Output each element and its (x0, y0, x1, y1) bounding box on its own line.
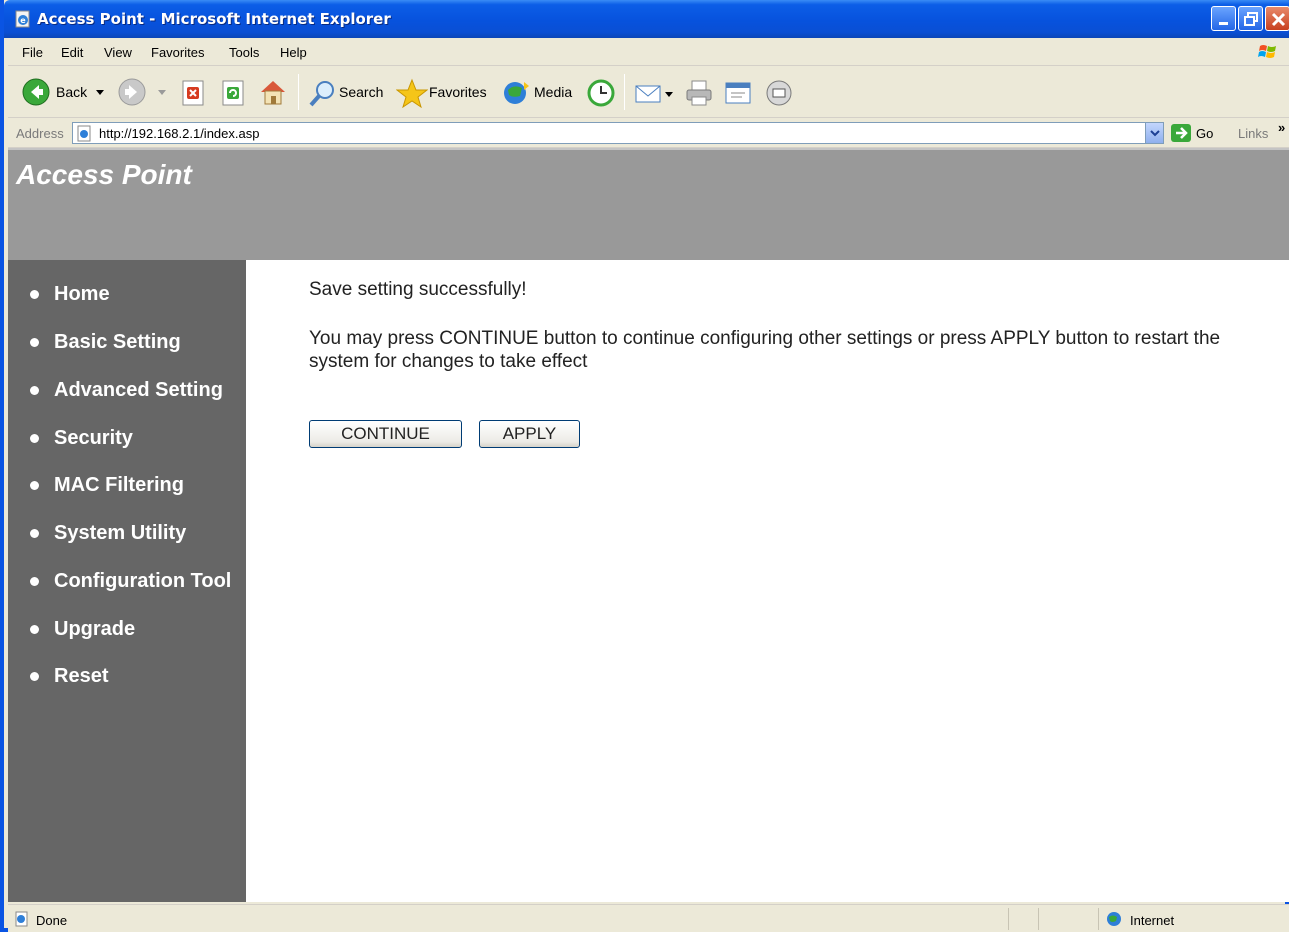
address-bar: Address http://192.168.2.1/index.asp Go … (8, 118, 1289, 148)
mail-dropdown-icon[interactable] (665, 90, 673, 98)
sidebar-item-label[interactable]: Configuration Tool (54, 570, 231, 593)
address-input[interactable]: http://192.168.2.1/index.asp (72, 122, 1164, 144)
favorites-star-icon[interactable] (396, 78, 428, 108)
main-content: Save setting successfully! You may press… (246, 260, 1289, 902)
messenger-icon[interactable] (764, 78, 794, 108)
search-label[interactable]: Search (339, 84, 383, 100)
sidebar-item-upgrade[interactable]: Upgrade (30, 617, 135, 641)
header-banner: Access Point (8, 148, 1289, 260)
mail-icon[interactable] (634, 80, 664, 106)
sidebar-item-advanced-setting[interactable]: Advanced Setting (30, 378, 223, 402)
menu-favorites[interactable]: Favorites (151, 45, 204, 60)
toolbar-separator (298, 74, 299, 110)
restore-icon (1244, 12, 1258, 26)
bullet-icon (30, 671, 39, 681)
back-dropdown-icon[interactable] (96, 88, 104, 96)
continue-button[interactable]: CONTINUE (309, 420, 462, 448)
sidebar-item-security[interactable]: Security (30, 426, 133, 450)
go-arrow-icon[interactable] (1170, 123, 1192, 143)
back-arrow-icon[interactable] (22, 78, 50, 106)
page-icon (77, 125, 91, 142)
back-label[interactable]: Back (56, 84, 87, 100)
window-title: Access Point - Microsoft Internet Explor… (37, 10, 391, 28)
sidebar-item-system-utility[interactable]: System Utility (30, 521, 186, 545)
bullet-icon (30, 433, 39, 443)
media-icon[interactable] (502, 78, 532, 106)
refresh-icon[interactable] (220, 80, 246, 106)
address-dropdown[interactable] (1145, 123, 1163, 143)
menu-help[interactable]: Help (280, 45, 307, 60)
bullet-icon (30, 337, 39, 347)
links-more[interactable]: » (1278, 120, 1285, 135)
sidebar-item-label[interactable]: Upgrade (54, 618, 135, 641)
edit-icon[interactable] (724, 80, 754, 106)
bullet-icon (30, 624, 39, 634)
status-divider (1008, 908, 1009, 930)
ie-page-icon: e (15, 10, 30, 28)
sidebar-item-label[interactable]: System Utility (54, 522, 186, 545)
standard-toolbar: Back Search Favorites Media (8, 66, 1289, 118)
sidebar-item-configuration-tool[interactable]: Configuration Tool (30, 569, 231, 593)
status-divider (1098, 908, 1099, 930)
page-done-icon (15, 911, 28, 927)
sidebar-item-home[interactable]: Home (30, 282, 110, 306)
chevron-down-icon (1150, 130, 1160, 137)
windows-logo-icon (1258, 45, 1276, 58)
internet-globe-icon (1107, 912, 1121, 926)
bullet-icon (30, 289, 39, 299)
close-icon (1271, 12, 1286, 27)
sidebar-item-label[interactable]: Reset (54, 665, 108, 688)
sidebar-item-reset[interactable]: Reset (30, 664, 108, 688)
sidebar-item-mac-filtering[interactable]: MAC Filtering (30, 473, 184, 497)
close-button[interactable] (1265, 6, 1289, 31)
sidebar: Home Basic Setting Advanced Setting Secu… (8, 260, 246, 902)
print-icon[interactable] (684, 78, 714, 108)
links-label[interactable]: Links (1238, 126, 1268, 141)
restore-button[interactable] (1238, 6, 1263, 31)
sidebar-item-label[interactable]: Security (54, 427, 133, 450)
address-label: Address (16, 126, 64, 141)
bullet-icon (30, 576, 39, 586)
stop-icon[interactable] (180, 80, 206, 106)
status-text: Done (36, 913, 68, 928)
sidebar-item-label[interactable]: Basic Setting (54, 331, 181, 354)
bullet-icon (30, 480, 39, 490)
menu-bar: File Edit View Favorites Tools Help (8, 38, 1289, 66)
status-bar: Done Internet (8, 904, 1289, 932)
minimize-button[interactable] (1211, 6, 1236, 31)
address-url[interactable]: http://192.168.2.1/index.asp (99, 126, 259, 141)
menu-edit[interactable]: Edit (61, 45, 83, 60)
sidebar-item-basic-setting[interactable]: Basic Setting (30, 330, 181, 354)
media-label[interactable]: Media (534, 84, 572, 100)
forward-dropdown-icon[interactable] (158, 88, 166, 96)
bullet-icon (30, 385, 39, 395)
bullet-icon (30, 528, 39, 538)
instruction-text: You may press CONTINUE button to continu… (309, 328, 1221, 372)
svg-text:e: e (20, 16, 26, 25)
toolbar-separator (624, 74, 625, 110)
history-icon[interactable] (586, 78, 616, 108)
page-viewport: Access Point Home Basic Setting Advanced… (8, 148, 1289, 902)
security-zone: Internet (1130, 913, 1175, 928)
sidebar-item-label[interactable]: Advanced Setting (54, 379, 223, 402)
apply-button[interactable]: APPLY (479, 420, 580, 448)
home-icon[interactable] (258, 78, 288, 106)
go-label[interactable]: Go (1196, 126, 1213, 141)
minimize-icon (1219, 22, 1228, 25)
menu-tools[interactable]: Tools (229, 45, 259, 60)
forward-arrow-icon[interactable] (118, 78, 146, 106)
favorites-label[interactable]: Favorites (429, 84, 487, 100)
page-title: Save setting successfully! (309, 279, 527, 300)
menu-view[interactable]: View (104, 45, 132, 60)
sidebar-item-label[interactable]: MAC Filtering (54, 474, 184, 497)
sidebar-item-label[interactable]: Home (54, 283, 110, 306)
brand-title: Access Point (16, 159, 192, 190)
browser-window: e Access Point - Microsoft Internet Expl… (0, 0, 1289, 932)
title-bar[interactable]: e Access Point - Microsoft Internet Expl… (4, 0, 1289, 38)
status-divider (1038, 908, 1039, 930)
menu-file[interactable]: File (22, 45, 43, 60)
search-icon[interactable] (308, 78, 338, 108)
